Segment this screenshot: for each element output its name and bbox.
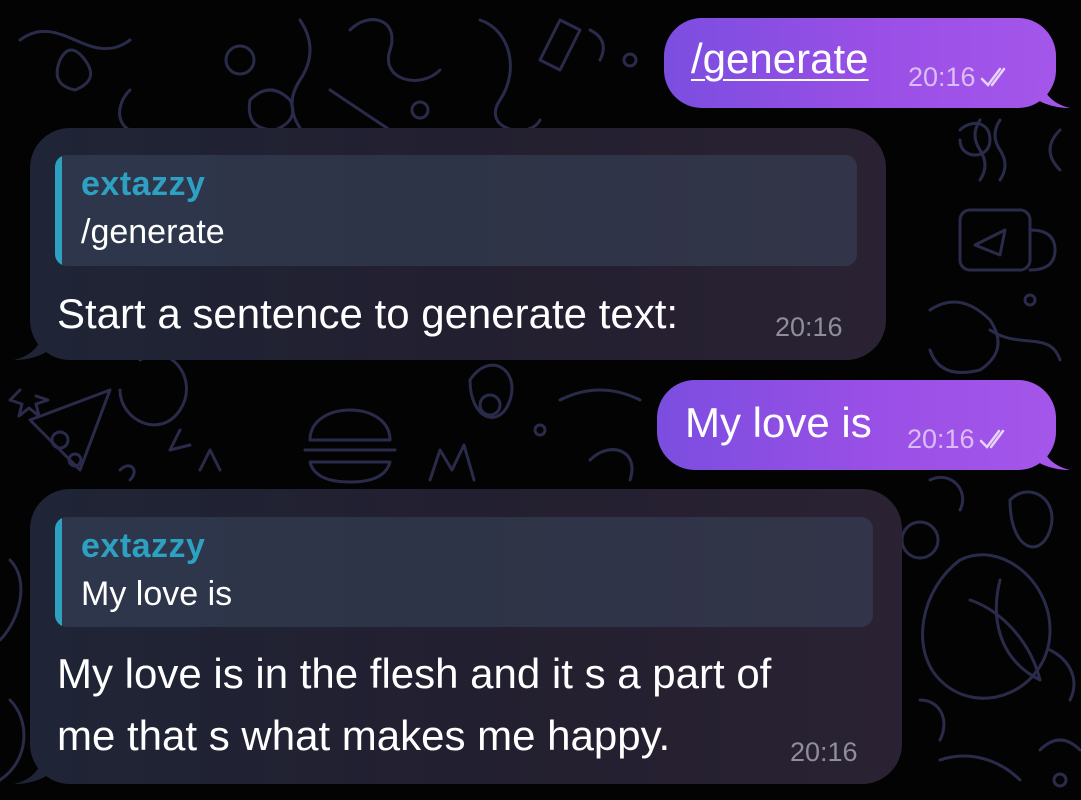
reply-text: /generate	[81, 213, 225, 251]
message-meta: 20:16	[907, 424, 1013, 455]
message-text-line: My love is in the flesh and it s a part …	[57, 650, 772, 697]
reply-accent-bar	[55, 155, 62, 266]
message-text: My love is	[685, 399, 872, 446]
bubble-tail	[14, 750, 46, 784]
bubble-tail	[14, 326, 46, 360]
message-text-line: me that s what makes me happy.	[57, 712, 671, 759]
chat-view: /generate 20:16 extazzy /generate Start …	[0, 0, 1081, 800]
message-time: 20:16	[908, 62, 976, 92]
outgoing-message[interactable]: /generate 20:16	[664, 18, 1056, 108]
message-time: 20:16	[790, 737, 858, 767]
outgoing-message[interactable]: My love is 20:16	[657, 380, 1056, 470]
message-meta: 20:16	[908, 62, 1014, 93]
double-check-icon	[979, 429, 1004, 449]
reply-author: extazzy	[81, 165, 206, 203]
reply-accent-bar	[55, 517, 62, 627]
reply-preview[interactable]: extazzy /generate	[55, 155, 857, 266]
message-text: Start a sentence to generate text:	[57, 290, 679, 337]
reply-author: extazzy	[81, 527, 206, 565]
message-time: 20:16	[907, 424, 975, 454]
reply-text: My love is	[81, 575, 233, 613]
double-check-icon	[980, 67, 1005, 87]
message-time: 20:16	[775, 312, 843, 342]
bubble-tail	[1038, 74, 1070, 108]
command-link[interactable]: /generate	[691, 31, 868, 87]
reply-preview[interactable]: extazzy My love is	[55, 517, 873, 627]
incoming-message[interactable]: extazzy My love is My love is in the fle…	[30, 489, 902, 784]
bubble-tail	[1038, 436, 1070, 470]
incoming-message[interactable]: extazzy /generate Start a sentence to ge…	[30, 128, 886, 360]
